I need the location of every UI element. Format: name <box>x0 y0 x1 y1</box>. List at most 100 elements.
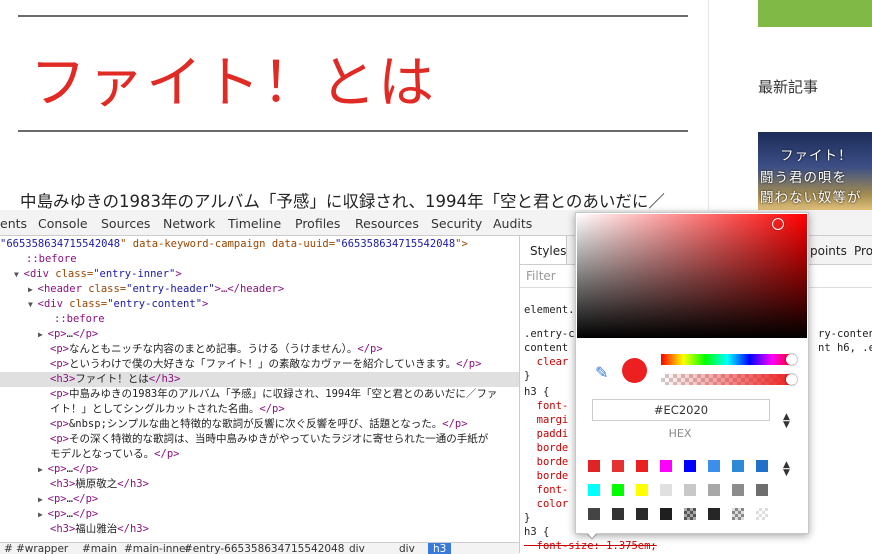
recent-post-thumbnail[interactable]: ファイト！ 闘う君の唄を 闘わない奴等が <box>758 132 872 210</box>
palette-swatch[interactable] <box>612 460 624 472</box>
dom-node-line[interactable]: <h3>ファイト！とは</h3> <box>0 372 519 387</box>
breadcrumb-item[interactable]: div <box>399 543 415 554</box>
color-handle[interactable] <box>772 218 784 230</box>
dom-token: class= <box>55 268 94 280</box>
tab-sources[interactable]: Sources <box>101 216 150 231</box>
palette-swatch[interactable] <box>732 460 744 472</box>
palette-swatch[interactable] <box>756 508 768 520</box>
expand-triangle-icon[interactable]: ▶ <box>38 495 48 504</box>
palette-swatch[interactable] <box>708 484 720 496</box>
breadcrumb-item[interactable]: #main <box>82 543 117 554</box>
dom-node-text: モデルとなっている。</p> <box>50 447 179 462</box>
dom-node-line[interactable]: <p>中島みゆきの1983年のアルバム「予感」に収録され、1994年「空と君との… <box>0 387 519 402</box>
style-property[interactable]: borde <box>524 456 569 468</box>
palette-swatch[interactable] <box>756 460 768 472</box>
dom-node-line[interactable]: <p>&nbsp;シンプルな曲と特徴的な歌詞が反響に次ぐ反響を呼び、話題となった… <box>0 417 519 432</box>
style-rule-line: element. <box>524 304 575 316</box>
tab-console[interactable]: Console <box>38 216 88 231</box>
palette-swatch[interactable] <box>708 460 720 472</box>
tab-breakpoints[interactable]: points <box>810 244 847 258</box>
style-property[interactable]: color <box>524 498 569 510</box>
dom-node-line[interactable]: イト！」としてシングルカットされた名曲。</p> <box>0 402 519 417</box>
tab-properties[interactable]: Pro <box>854 244 872 258</box>
expand-triangle-icon[interactable]: ▼ <box>14 270 24 279</box>
dom-token: 福山雅治 <box>75 523 118 535</box>
palette-swatch[interactable] <box>588 508 600 520</box>
dom-node-line[interactable]: ▶ <p>…</p> <box>0 327 519 342</box>
dom-node-line[interactable]: <p>その深く特徴的な歌詞は、当時中島みゆきがやっていたラジオに寄せられた一通の… <box>0 432 519 447</box>
expand-triangle-icon[interactable]: ▼ <box>28 300 38 309</box>
format-toggle-icon[interactable]: ▲ ▼ <box>783 413 790 430</box>
tab-elements[interactable]: ents <box>0 216 27 231</box>
eyedropper-icon[interactable]: ✎ <box>595 363 608 382</box>
tab-resources[interactable]: Resources <box>355 216 419 231</box>
dom-node-line[interactable]: ::before <box>0 312 519 327</box>
alpha-slider-knob[interactable] <box>786 374 797 385</box>
expand-triangle-icon[interactable]: ▶ <box>38 465 48 474</box>
tab-styles[interactable]: Styles <box>530 244 566 258</box>
style-rule-line: content <box>524 342 569 354</box>
style-property[interactable]: margi <box>524 414 569 426</box>
dom-node-line[interactable]: "665358634715542048" data-keyword-campai… <box>0 237 519 252</box>
dom-node-line[interactable]: ▶ <p>…</p> <box>0 492 519 507</box>
dom-node-line[interactable]: ▶ <p>…</p> <box>0 507 519 522</box>
hex-input[interactable]: #EC2020 <box>592 399 770 421</box>
alpha-slider[interactable] <box>661 374 797 385</box>
style-property[interactable]: font-size: 1.375em; <box>524 540 657 552</box>
breadcrumb-item[interactable]: #main-inner <box>124 543 190 554</box>
palette-swatch[interactable] <box>660 460 672 472</box>
breadcrumb-item[interactable]: #wrapper <box>16 543 68 554</box>
tab-timeline[interactable]: Timeline <box>228 216 281 231</box>
dom-node-text: ▼ <div class="entry-inner"> <box>14 267 182 282</box>
breadcrumb-item[interactable]: h3 <box>428 543 452 554</box>
dom-node-line[interactable]: ▶ <p>…</p> <box>0 462 519 477</box>
expand-triangle-icon[interactable]: ▶ <box>38 510 48 519</box>
dom-node-line[interactable]: ▼ <div class="entry-inner"> <box>0 267 519 282</box>
palette-swatch[interactable] <box>684 460 696 472</box>
palette-swatch[interactable] <box>708 508 720 520</box>
style-property[interactable]: borde <box>524 470 569 482</box>
dom-node-line[interactable]: <h3>福山雅治</h3> <box>0 522 519 537</box>
palette-swatch[interactable] <box>660 508 672 520</box>
tab-profiles[interactable]: Profiles <box>295 216 340 231</box>
palette-swatch[interactable] <box>684 508 696 520</box>
expand-triangle-icon[interactable]: ▶ <box>38 330 48 339</box>
palette-swatch[interactable] <box>636 508 648 520</box>
dom-node-line[interactable]: <h3>槇原敬之</h3> <box>0 477 519 492</box>
style-property[interactable]: paddi <box>524 428 569 440</box>
breadcrumb-item[interactable]: div <box>349 543 365 554</box>
palette-swatch[interactable] <box>756 484 768 496</box>
dom-node-line[interactable]: <p>なんともニッチな内容のまとめ記事。うける（うけません）。</p> <box>0 342 519 357</box>
dom-node-line[interactable]: ▶ <header class="entry-header">…</header… <box>0 282 519 297</box>
dom-node-line[interactable]: <p>というわけで僕の大好きな「ファイト！」の素敵なカヴァーを紹介していきます。… <box>0 357 519 372</box>
style-property[interactable]: borde <box>524 442 569 454</box>
hue-slider-knob[interactable] <box>786 354 797 365</box>
hue-slider[interactable] <box>661 354 797 365</box>
palette-swatch[interactable] <box>660 484 672 496</box>
breadcrumb-item[interactable]: # <box>4 543 13 554</box>
palette-swatch[interactable] <box>588 460 600 472</box>
palette-swatch[interactable] <box>684 484 696 496</box>
palette-swatch[interactable] <box>636 460 648 472</box>
palette-swatch[interactable] <box>612 508 624 520</box>
palette-swatch[interactable] <box>732 484 744 496</box>
style-property[interactable]: clear <box>524 356 569 368</box>
palette-swatch[interactable] <box>588 484 600 496</box>
tab-network[interactable]: Network <box>163 216 215 231</box>
palette-swatch[interactable] <box>732 508 744 520</box>
palette-swatch[interactable] <box>612 484 624 496</box>
tab-audits[interactable]: Audits <box>493 216 532 231</box>
saturation-value-area[interactable] <box>577 214 807 338</box>
tab-security[interactable]: Security <box>431 216 482 231</box>
palette-toggle-icon[interactable]: ▲ ▼ <box>783 461 790 478</box>
expand-triangle-icon[interactable]: ▶ <box>28 285 38 294</box>
style-property[interactable]: font- <box>524 484 569 496</box>
dom-node-line[interactable]: ::before <box>0 252 519 267</box>
style-property[interactable]: font- <box>524 400 569 412</box>
elements-tree[interactable]: "665358634715542048" data-keyword-campai… <box>0 236 519 542</box>
palette-swatch[interactable] <box>636 484 648 496</box>
breadcrumb-item[interactable]: #entry-665358634715542048 <box>184 543 344 554</box>
sidebar-green-button[interactable] <box>758 0 872 27</box>
dom-node-line[interactable]: ▼ <div class="entry-content"> <box>0 297 519 312</box>
dom-node-line[interactable]: モデルとなっている。</p> <box>0 447 519 462</box>
